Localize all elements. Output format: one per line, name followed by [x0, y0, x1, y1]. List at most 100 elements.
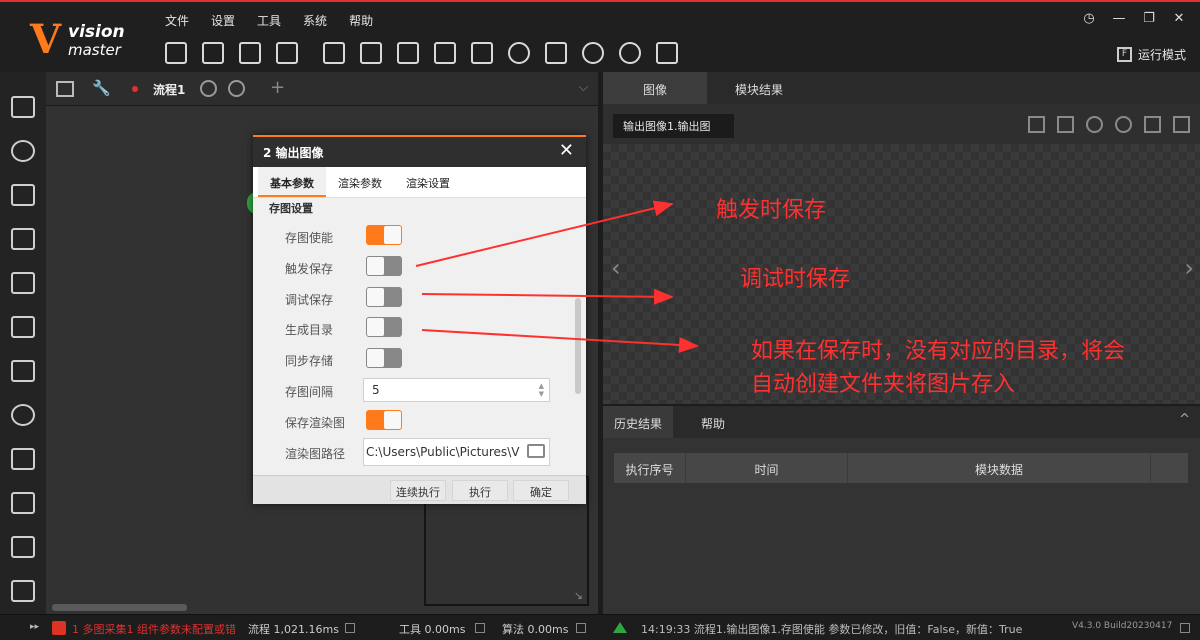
run-once-icon[interactable]: [582, 42, 604, 64]
image-process-icon[interactable]: [11, 448, 35, 470]
collapse-icon[interactable]: ^: [1179, 412, 1190, 427]
recognize-icon[interactable]: [11, 272, 35, 294]
fullscreen-icon[interactable]: [1173, 116, 1190, 133]
save-interval-input[interactable]: 5 ▲ ▼: [363, 378, 550, 402]
horizontal-scrollbar[interactable]: [52, 604, 187, 611]
tool-time-detail-icon[interactable]: [475, 623, 485, 633]
clock-icon[interactable]: ◷: [1082, 12, 1096, 26]
annotation-directory-line2: 自动创建文件夹将图片存入: [751, 372, 1016, 397]
actual-size-icon[interactable]: [1144, 116, 1161, 133]
toggle-save-render-image[interactable]: [366, 410, 402, 430]
column-header-time[interactable]: 时间: [686, 453, 848, 483]
render-path-input[interactable]: C:\Users\Public\Pictures\V: [363, 438, 550, 466]
image-viewer[interactable]: ‹ ›: [603, 144, 1200, 404]
minimize-icon[interactable]: —: [1112, 12, 1126, 26]
confirm-button[interactable]: 确定: [513, 480, 569, 501]
close-icon[interactable]: ✕: [1172, 12, 1186, 26]
calculate-icon[interactable]: [11, 360, 35, 382]
expand-icon[interactable]: ▸▸: [30, 622, 39, 632]
flow-tab-name[interactable]: 流程1: [153, 81, 185, 98]
algo-time-detail-icon[interactable]: [576, 623, 586, 633]
close-icon[interactable]: ✕: [559, 140, 574, 161]
communication-icon[interactable]: [11, 580, 35, 602]
column-header-module-data[interactable]: 模块数据: [848, 453, 1151, 483]
execute-button[interactable]: 执行: [452, 480, 508, 501]
measure-icon[interactable]: [11, 228, 35, 250]
main-toolbar: [165, 42, 693, 64]
dialog-title-bar[interactable]: 2 输出图像 ✕: [253, 137, 586, 167]
continuous-execute-button[interactable]: 连续执行: [390, 480, 446, 501]
dialog-title: 2 输出图像: [263, 146, 324, 160]
run-mode-label: 运行模式: [1137, 48, 1186, 62]
display-icon[interactable]: [471, 42, 493, 64]
tab-basic-params[interactable]: 基本参数: [258, 167, 326, 197]
chevron-down-icon[interactable]: ⌵: [579, 80, 588, 95]
column-header-exec-no[interactable]: 执行序号: [614, 453, 686, 483]
dialog-body: 存图设置 存图使能 触发保存 调试保存 生成目录 同步存储 存图间隔 5 ▲ ▼ …: [253, 198, 586, 477]
tab-help[interactable]: 帮助: [673, 406, 753, 438]
camera-icon[interactable]: [360, 42, 382, 64]
defect-detect-icon[interactable]: [11, 536, 35, 558]
hierarchy-icon[interactable]: [56, 81, 74, 97]
log-detail-icon[interactable]: [1180, 623, 1190, 633]
menu-help[interactable]: 帮助: [349, 12, 373, 29]
logic-icon[interactable]: [11, 404, 35, 426]
script-icon[interactable]: [545, 42, 567, 64]
output-image-dialog: 2 输出图像 ✕ 基本参数 渲染参数 渲染设置 存图设置 存图使能 触发保存 调…: [253, 135, 586, 504]
lock-icon[interactable]: [323, 42, 345, 64]
report-icon[interactable]: [656, 42, 678, 64]
toggle-knob: [384, 411, 401, 429]
save-icon[interactable]: [165, 42, 187, 64]
toggle-save-enable[interactable]: [366, 225, 402, 245]
undo-icon[interactable]: [239, 42, 261, 64]
folder-icon[interactable]: [527, 444, 545, 458]
controller-icon[interactable]: [397, 42, 419, 64]
redo-icon[interactable]: [276, 42, 298, 64]
resize-corner-icon[interactable]: ↘: [574, 589, 583, 602]
color-process-icon[interactable]: [11, 492, 35, 514]
dialog-scrollbar[interactable]: [575, 298, 581, 394]
menu-file[interactable]: 文件: [165, 12, 189, 29]
tab-render-settings[interactable]: 渲染设置: [394, 167, 462, 197]
image-source-select[interactable]: 输出图像1.输出图: [613, 114, 734, 138]
flow-time-detail-icon[interactable]: [345, 623, 355, 633]
error-message[interactable]: 1 多图采集1 组件参数未配置或错: [72, 621, 236, 637]
run-mode-button[interactable]: F 运行模式: [1116, 46, 1186, 63]
wrench-icon[interactable]: 🔧: [92, 79, 111, 97]
variable-icon[interactable]: [434, 42, 456, 64]
add-flow-button[interactable]: +: [270, 77, 285, 98]
zoom-in-icon[interactable]: [1086, 116, 1103, 133]
tab-history-results[interactable]: 历史结果: [603, 406, 673, 438]
loop-flow-icon[interactable]: [228, 80, 245, 97]
loop-icon[interactable]: [508, 42, 530, 64]
menu-system[interactable]: 系统: [303, 12, 327, 29]
label-sync-storage: 同步存储: [285, 354, 334, 368]
toggle-knob: [367, 349, 384, 367]
menu-tools[interactable]: 工具: [257, 12, 281, 29]
toggle-trigger-save[interactable]: [366, 256, 402, 276]
tab-render-params[interactable]: 渲染参数: [326, 167, 394, 197]
zoom-out-icon[interactable]: [1115, 116, 1132, 133]
locate-icon[interactable]: [11, 140, 35, 162]
error-icon: [52, 621, 66, 635]
open-folder-icon[interactable]: [202, 42, 224, 64]
image-edit-icon[interactable]: [11, 184, 35, 206]
fit-icon[interactable]: [1057, 116, 1074, 133]
image-source-icon[interactable]: [11, 96, 35, 118]
menu-settings[interactable]: 设置: [211, 12, 235, 29]
next-image-icon[interactable]: ›: [1184, 254, 1194, 282]
run-flow-icon[interactable]: [200, 80, 217, 97]
top-bar: V vision master 文件 设置 工具 系统 帮助 ◷ — ❐ ✕ F…: [0, 0, 1200, 72]
calibrate-icon[interactable]: [11, 316, 35, 338]
layout-icon[interactable]: [1028, 116, 1045, 133]
status-bar: ▸▸ 1 多图采集1 组件参数未配置或错 流程 1,021.16ms 工具 0.…: [0, 614, 1200, 640]
toggle-debug-save[interactable]: [366, 287, 402, 307]
spinner-icon[interactable]: ▲ ▼: [539, 382, 544, 398]
tab-image[interactable]: 图像: [603, 72, 707, 104]
run-loop-icon[interactable]: [619, 42, 641, 64]
toggle-create-directory[interactable]: [366, 317, 402, 337]
restore-icon[interactable]: ❐: [1142, 12, 1156, 26]
previous-image-icon[interactable]: ‹: [611, 254, 621, 282]
tab-module-results[interactable]: 模块结果: [707, 72, 811, 104]
toggle-sync-storage[interactable]: [366, 348, 402, 368]
